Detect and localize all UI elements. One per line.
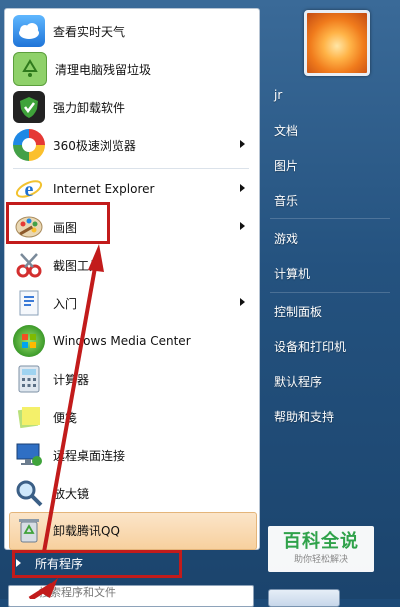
start-menu: 查看实时天气 清理电脑残留垃圾 强力卸载软件 360极速浏览器 e Intern… — [0, 0, 400, 607]
annotation-arrows — [28, 244, 104, 599]
annotation-arrow-line — [42, 261, 98, 553]
annotation-arrowhead — [88, 244, 104, 272]
